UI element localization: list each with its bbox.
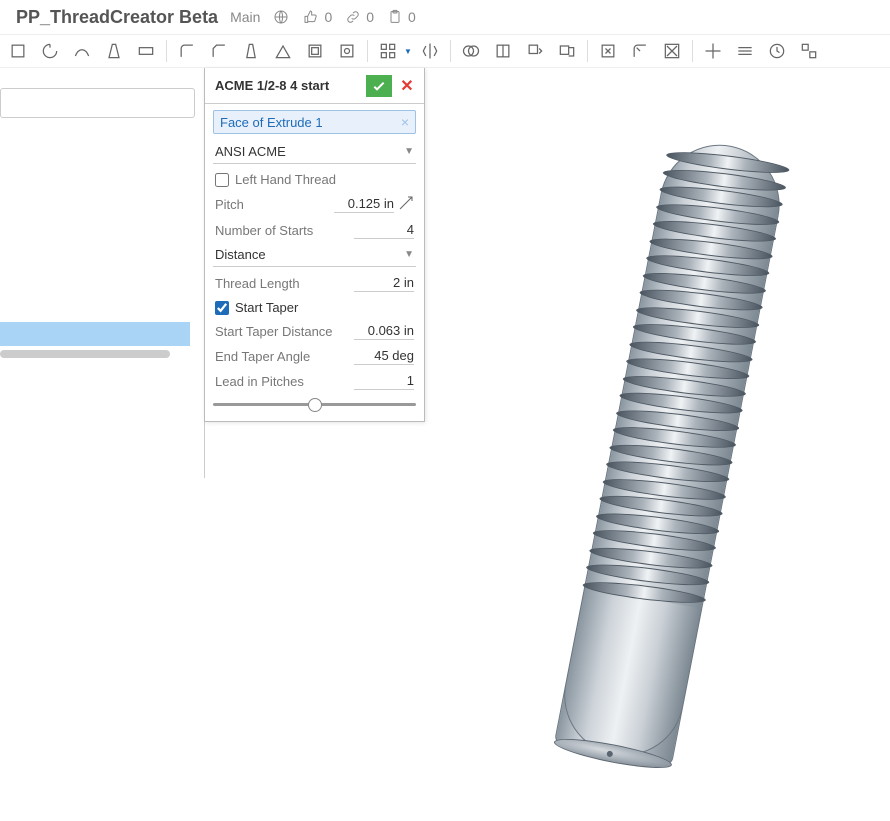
end-type-value: Distance	[215, 247, 266, 262]
document-title: PP_ThreadCreator Beta	[16, 7, 218, 28]
chevron-down-icon: ▼	[404, 146, 414, 157]
tool-hole[interactable]	[333, 37, 361, 65]
taper-distance-input[interactable]: 0.063 in	[354, 323, 414, 340]
toolbar-separator	[450, 40, 451, 62]
toolbar-separator	[587, 40, 588, 62]
taper-angle-row: End Taper Angle 45 deg	[213, 344, 416, 369]
threaded-rod-model[interactable]	[501, 125, 839, 795]
tool-sweep[interactable]	[68, 37, 96, 65]
starts-label: Number of Starts	[215, 223, 313, 238]
lead-pitches-row: Lead in Pitches 1	[213, 369, 416, 394]
start-taper-label: Start Taper	[235, 300, 298, 315]
confirm-button[interactable]	[366, 75, 392, 97]
thread-length-label: Thread Length	[215, 276, 300, 291]
left-hand-label: Left Hand Thread	[235, 172, 336, 187]
remove-chip-icon[interactable]: ×	[401, 114, 409, 130]
clipboard-count: 0	[408, 9, 416, 25]
feature-tree-panel	[0, 68, 205, 478]
document-branch[interactable]: Main	[230, 9, 260, 25]
thread-standard-dropdown[interactable]: ANSI ACME ▼	[213, 140, 416, 164]
left-hand-checkbox[interactable]	[215, 173, 229, 187]
tool-mirror[interactable]	[416, 37, 444, 65]
tool-delete-face[interactable]	[594, 37, 622, 65]
tool-rib[interactable]	[269, 37, 297, 65]
tool-frame[interactable]	[763, 37, 791, 65]
feature-tree-scrollbar[interactable]	[0, 350, 170, 358]
dialog-body: Face of Extrude 1 × ANSI ACME ▼ Left Han…	[205, 104, 424, 421]
tool-pattern[interactable]	[374, 37, 402, 65]
tool-fillet[interactable]	[173, 37, 201, 65]
measure-icon[interactable]	[398, 195, 414, 214]
links-count: 0	[366, 9, 374, 25]
thread-length-row: Thread Length 2 in	[213, 271, 416, 296]
clipboard-stat[interactable]: 0	[386, 8, 416, 26]
tool-thicken[interactable]	[132, 37, 160, 65]
tool-boolean[interactable]	[457, 37, 485, 65]
thread-length-input[interactable]: 2 in	[354, 275, 414, 292]
link-icon	[344, 8, 362, 26]
tool-revolve[interactable]	[36, 37, 64, 65]
taper-angle-label: End Taper Angle	[215, 349, 310, 364]
start-taper-checkbox[interactable]	[215, 301, 229, 315]
tool-shell[interactable]	[301, 37, 329, 65]
feature-tree-selected-row[interactable]	[0, 322, 190, 346]
tool-delete-part[interactable]	[658, 37, 686, 65]
taper-distance-label: Start Taper Distance	[215, 324, 333, 339]
tool-modify-fillet[interactable]	[626, 37, 654, 65]
feature-search-input[interactable]	[0, 88, 195, 118]
3d-viewport[interactable]	[430, 100, 850, 800]
lead-pitches-input[interactable]: 1	[354, 373, 414, 390]
likes-count: 0	[324, 9, 332, 25]
tool-chamfer[interactable]	[205, 37, 233, 65]
document-header: PP_ThreadCreator Beta Main 0 0 0	[0, 0, 890, 34]
end-type-dropdown[interactable]: Distance ▼	[213, 243, 416, 267]
feature-toolbar: ▼	[0, 34, 890, 68]
links-stat[interactable]: 0	[344, 8, 374, 26]
pitch-input[interactable]: 0.125 in	[334, 196, 394, 213]
starts-input[interactable]: 4	[354, 222, 414, 239]
starts-row: Number of Starts 4	[213, 218, 416, 243]
tool-replace-face[interactable]	[553, 37, 581, 65]
chevron-down-icon: ▼	[404, 249, 414, 260]
thumbs-up-icon	[302, 8, 320, 26]
tool-loft[interactable]	[100, 37, 128, 65]
dialog-title: ACME 1/2-8 4 start	[215, 78, 362, 93]
dialog-header: ACME 1/2-8 4 start ✕	[205, 68, 424, 104]
thread-standard-value: ANSI ACME	[215, 144, 286, 159]
taper-distance-row: Start Taper Distance 0.063 in	[213, 319, 416, 344]
left-hand-checkbox-row[interactable]: Left Hand Thread	[213, 168, 416, 191]
lead-pitches-label: Lead in Pitches	[215, 374, 304, 389]
cancel-button[interactable]: ✕	[396, 75, 418, 97]
toolbar-separator	[692, 40, 693, 62]
tool-move-face[interactable]	[521, 37, 549, 65]
tool-extrude[interactable]	[4, 37, 32, 65]
start-taper-checkbox-row[interactable]: Start Taper	[213, 296, 416, 319]
tool-split[interactable]	[489, 37, 517, 65]
taper-angle-input[interactable]: 45 deg	[354, 348, 414, 365]
toolbar-separator	[367, 40, 368, 62]
face-selection-label: Face of Extrude 1	[220, 115, 323, 130]
pitch-row: Pitch 0.125 in	[213, 191, 416, 218]
toolbar-separator	[166, 40, 167, 62]
dropdown-caret-icon[interactable]: ▼	[404, 47, 412, 56]
lead-pitches-slider[interactable]	[213, 403, 416, 406]
face-selection-chip[interactable]: Face of Extrude 1 ×	[213, 110, 416, 134]
pitch-label: Pitch	[215, 197, 244, 212]
tool-draft[interactable]	[237, 37, 265, 65]
tool-sheet-metal[interactable]	[731, 37, 759, 65]
tool-custom[interactable]	[795, 37, 823, 65]
globe-icon[interactable]	[272, 8, 290, 26]
likes-stat[interactable]: 0	[302, 8, 332, 26]
thread-feature-dialog: ACME 1/2-8 4 start ✕ Face of Extrude 1 ×…	[204, 68, 425, 422]
clipboard-icon	[386, 8, 404, 26]
tool-transform[interactable]	[699, 37, 727, 65]
